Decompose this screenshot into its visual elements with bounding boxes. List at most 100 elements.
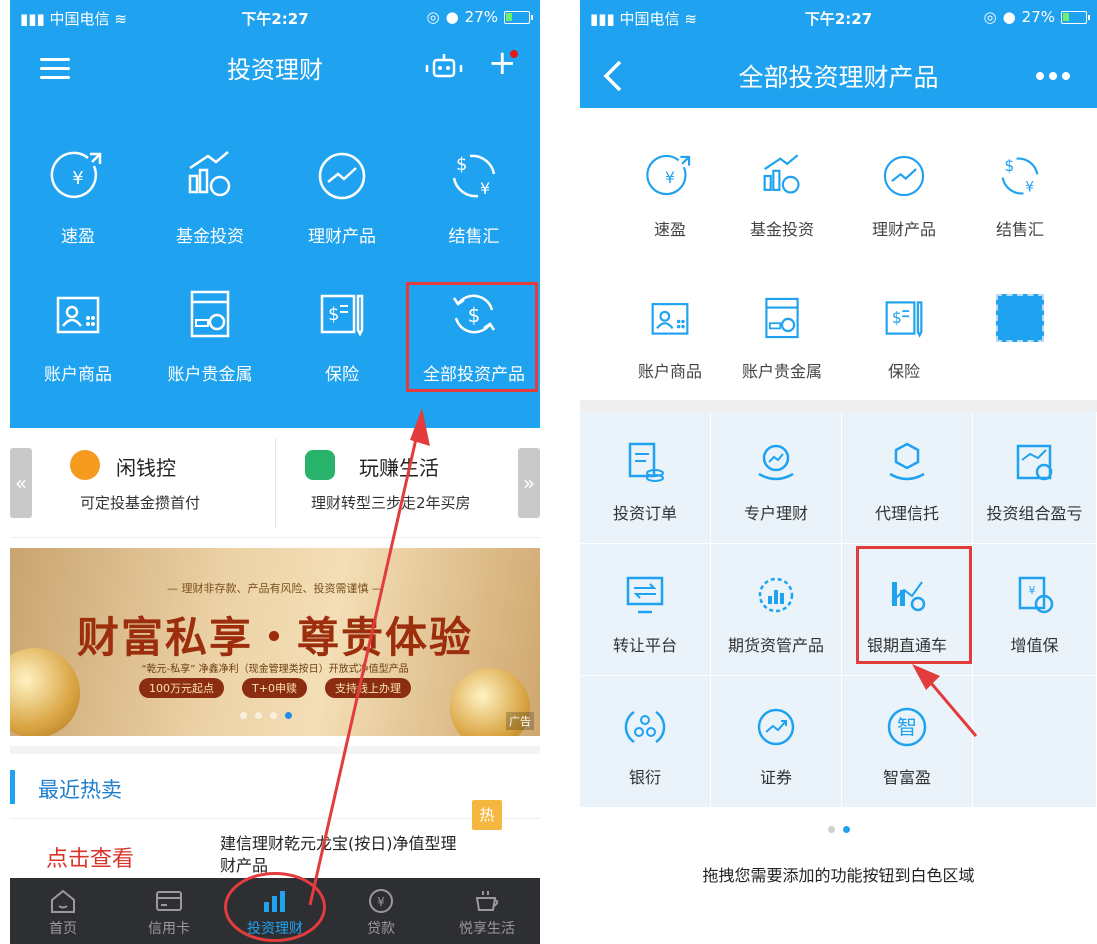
coffee-cup-icon	[475, 891, 499, 911]
battery-fill	[1063, 12, 1069, 21]
portfolio-icon	[1016, 444, 1052, 481]
drag-hint: 拖拽您需要添加的功能按钮到白色区域	[702, 866, 975, 885]
promo-card-idle-money[interactable]: 闲钱控 可定投基金攒首付	[10, 428, 275, 538]
grid-item-insurance[interactable]: $ 保险	[844, 292, 964, 382]
precious-metal-icon	[190, 290, 230, 338]
alarm-icon: ◎	[426, 8, 440, 26]
grid-item-fx[interactable]: $ ¥ 结售汇	[408, 146, 540, 247]
promo-next-arrow[interactable]: »	[518, 448, 540, 518]
highlight-bank-futures	[856, 546, 972, 664]
grid-item-wealth-products[interactable]: 理财产品	[276, 146, 408, 247]
cell-bank-derivative[interactable]: 银衍	[580, 676, 711, 808]
grid-item-account-goods[interactable]: 账户商品	[610, 292, 730, 382]
insurance-icon: $	[885, 301, 923, 338]
cell-zhi-fu-ying[interactable]: 智 智富盈	[842, 676, 973, 808]
cell-value-protect[interactable]: ¥ 增值保	[973, 544, 1097, 676]
svg-text:¥: ¥	[480, 179, 490, 198]
alarm-icon: ◎	[983, 8, 997, 26]
grid-item-wealth-products[interactable]: 理财产品	[844, 150, 964, 240]
status-time: 下午2:27	[241, 10, 309, 28]
stage: ▮▮▮ 中国电信 ≋ 下午2:27 ◎ ● 27% 投资理财 + ¥ 速盈 基金…	[0, 0, 1097, 944]
more-icon[interactable]	[1036, 72, 1070, 80]
tab-loan[interactable]: ¥ 贷款	[328, 878, 434, 944]
page-indicator	[828, 826, 850, 833]
ad-banner[interactable]: — 理财非存款、产品有风险、投资需谨慎 — 财富私享・尊贵体验 “乾元-私享” …	[10, 548, 540, 736]
hot-title: 最近热卖	[38, 778, 122, 802]
yuan-speed-icon: ¥	[646, 154, 691, 196]
cell-futures-products[interactable]: 期货资管产品	[711, 544, 842, 676]
grid-item-fund[interactable]: 基金投资	[144, 146, 276, 247]
home-icon	[51, 889, 75, 913]
battery-icon	[1061, 10, 1090, 24]
status-bar: ▮▮▮ 中国电信 ≋ 下午2:27 ◎ ● 27%	[10, 0, 540, 36]
cell-agency-trust[interactable]: 代理信托	[842, 412, 973, 544]
hot-product-item[interactable]: 点击查看 建信理财乾元龙宝(按日)净值型理财产品	[10, 818, 540, 878]
tab-credit-card[interactable]: 信用卡	[116, 878, 222, 944]
notification-dot	[510, 50, 518, 58]
bank-derivative-icon	[624, 710, 666, 744]
grid-item-precious-metal[interactable]: 账户贵金属	[722, 292, 842, 382]
promo-card-play-earn[interactable]: 玩赚生活 理财转型三步走2年买房	[275, 428, 540, 538]
cell-securities[interactable]: 证券	[711, 676, 842, 808]
cell-investment-orders[interactable]: 投资订单	[580, 412, 711, 544]
status-time: 下午2:27	[804, 10, 873, 28]
header-panel-right: ▮▮▮ 中国电信 ≋ 下午2:27 ◎ ● 27% 全部投资理财产品	[580, 0, 1097, 108]
function-grid: 投资订单 专户理财 代理信托 投资组合盈亏 转让平台 期货资管产品 银期直通车 …	[580, 412, 1097, 808]
view-link[interactable]: 点击查看	[46, 841, 134, 873]
svg-text:$: $	[892, 309, 902, 327]
trend-circle-icon	[318, 152, 366, 200]
grid-item-fx[interactable]: $ ¥ 结售汇	[960, 150, 1080, 240]
grid-item-su-ying[interactable]: ¥ 速盈	[610, 150, 730, 240]
exchange-icon: $ ¥	[452, 154, 496, 198]
fund-chart-icon	[763, 154, 800, 194]
grid-item-account-goods[interactable]: 账户商品	[12, 284, 144, 385]
exchange-icon: $ ¥	[1001, 157, 1039, 196]
special-account-icon	[758, 444, 794, 481]
right-phone-screen: ▮▮▮ 中国电信 ≋ 下午2:27 ◎ ● 27% 全部投资理财产品 ¥ 速盈	[580, 0, 1097, 944]
hot-section-header: 最近热卖	[10, 746, 540, 816]
product-name: 建信理财乾元龙宝(按日)净值型理财产品	[220, 834, 457, 875]
cell-special-account[interactable]: 专户理财	[711, 412, 842, 544]
promo-strip: « 闲钱控 可定投基金攒首付 玩赚生活 理财转型三步走2年买房 »	[10, 428, 540, 538]
lock-icon: ●	[1002, 8, 1016, 26]
trend-circle-icon	[883, 155, 925, 197]
svg-text:$: $	[1004, 157, 1014, 175]
left-phone-screen: ▮▮▮ 中国电信 ≋ 下午2:27 ◎ ● 27% 投资理财 + ¥ 速盈 基金…	[10, 0, 540, 944]
svg-text:智: 智	[897, 715, 917, 739]
cell-empty	[973, 676, 1097, 808]
navbar: 投资理财 +	[10, 36, 540, 96]
svg-text:$: $	[328, 304, 339, 325]
securities-icon	[757, 708, 795, 746]
play-earn-icon	[305, 450, 335, 480]
precious-metal-icon	[765, 297, 799, 339]
svg-text:¥: ¥	[377, 895, 385, 909]
svg-text:¥: ¥	[665, 169, 675, 187]
order-icon	[628, 442, 664, 482]
signal-icon: ▮▮▮	[590, 10, 620, 28]
signal-icon: ▮▮▮	[20, 10, 50, 28]
hot-badge: 热	[472, 800, 502, 830]
trust-icon	[889, 442, 925, 481]
cell-portfolio-pnl[interactable]: 投资组合盈亏	[973, 412, 1097, 544]
lock-icon: ●	[445, 8, 459, 26]
fund-chart-icon	[188, 151, 231, 197]
header-panel: ▮▮▮ 中国电信 ≋ 下午2:27 ◎ ● 27% 投资理财 + ¥ 速盈 基金…	[10, 0, 540, 428]
wifi-icon: ≋	[684, 10, 697, 28]
svg-text:¥: ¥	[1025, 180, 1034, 196]
grid-item-insurance[interactable]: $ 保险	[276, 284, 408, 385]
idle-money-icon	[70, 450, 100, 480]
robot-icon[interactable]	[424, 52, 464, 82]
credit-card-icon	[156, 891, 182, 911]
tab-home[interactable]: 首页	[10, 878, 116, 944]
cell-transfer-platform[interactable]: 转让平台	[580, 544, 711, 676]
drop-placeholder[interactable]	[996, 294, 1044, 342]
grid-item-fund[interactable]: 基金投资	[722, 150, 842, 240]
svg-text:¥: ¥	[1028, 584, 1035, 597]
tab-life[interactable]: 悦享生活	[434, 878, 540, 944]
banner-headline: 财富私享・尊贵体验	[76, 613, 473, 662]
grid-item-su-ying[interactable]: ¥ 速盈	[12, 146, 144, 247]
highlight-all-products	[406, 282, 538, 392]
grid-item-precious-metal[interactable]: 账户贵金属	[144, 284, 276, 385]
section-divider	[580, 400, 1097, 412]
banner-pager	[240, 712, 292, 719]
